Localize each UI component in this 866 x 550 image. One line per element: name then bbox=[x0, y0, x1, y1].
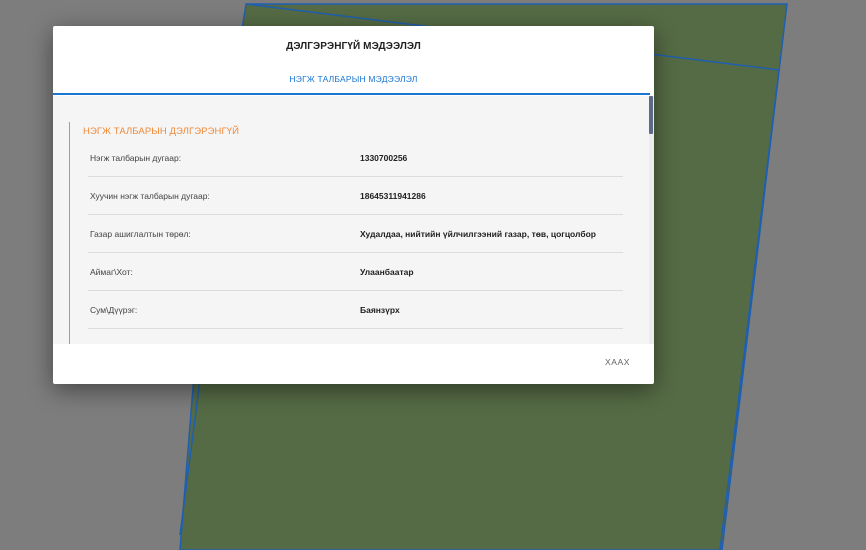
scrollbar-thumb[interactable] bbox=[649, 96, 653, 134]
content-scrollbar[interactable] bbox=[649, 96, 654, 344]
close-button[interactable]: ХААХ bbox=[605, 357, 630, 367]
detail-value: Улаанбаатар bbox=[360, 267, 414, 277]
detail-label: Хуучин нэгж талбарын дугаар: bbox=[90, 191, 210, 201]
detail-label: Нэгж талбарын дугаар: bbox=[90, 153, 182, 163]
detail-label: Газар ашиглалтын төрөл: bbox=[90, 229, 191, 239]
section-title: НЭГЖ ТАЛБАРЫН ДЭЛГЭРЭНГҮЙ bbox=[83, 126, 240, 137]
detail-value: 1330700256 bbox=[360, 153, 408, 163]
dialog-title: ДЭЛГЭРЭНГҮЙ МЭДЭЭЛЭЛ bbox=[286, 41, 421, 52]
detail-row-province-city: Аймаг\Хот: Улаанбаатар bbox=[88, 252, 623, 291]
detail-value: Баянзүрх bbox=[360, 305, 400, 315]
tab-parcel-info[interactable]: НЭГЖ ТАЛБАРЫН МЭДЭЭЛЭЛ bbox=[53, 74, 654, 84]
detail-label: Аймаг\Хот: bbox=[90, 267, 133, 277]
parcel-details-section: НЭГЖ ТАЛБАРЫН ДЭЛГЭРЭНГҮЙ Нэгж талбарын … bbox=[69, 122, 626, 344]
dialog-content[interactable]: НЭГЖ ТАЛБАРЫН ДЭЛГЭРЭНГҮЙ Нэгж талбарын … bbox=[53, 96, 649, 344]
detail-row-land-use-type: Газар ашиглалтын төрөл: Худалдаа, нийтий… bbox=[88, 214, 623, 253]
detail-value: Худалдаа, нийтийн үйлчилгээний газар, тө… bbox=[360, 229, 596, 239]
tab-active-indicator bbox=[53, 93, 650, 95]
details-dialog: ДЭЛГЭРЭНГҮЙ МЭДЭЭЛЭЛ НЭГЖ ТАЛБАРЫН МЭДЭЭ… bbox=[53, 26, 654, 384]
detail-label: Сум\Дүүрэг: bbox=[90, 305, 138, 315]
detail-value: 18645311941286 bbox=[360, 191, 426, 201]
detail-row-district: Сум\Дүүрэг: Баянзүрх bbox=[88, 290, 623, 329]
detail-row-parcel-number: Нэгж талбарын дугаар: 1330700256 bbox=[88, 138, 623, 177]
detail-row-old-parcel-number: Хуучин нэгж талбарын дугаар: 18645311941… bbox=[88, 176, 623, 215]
